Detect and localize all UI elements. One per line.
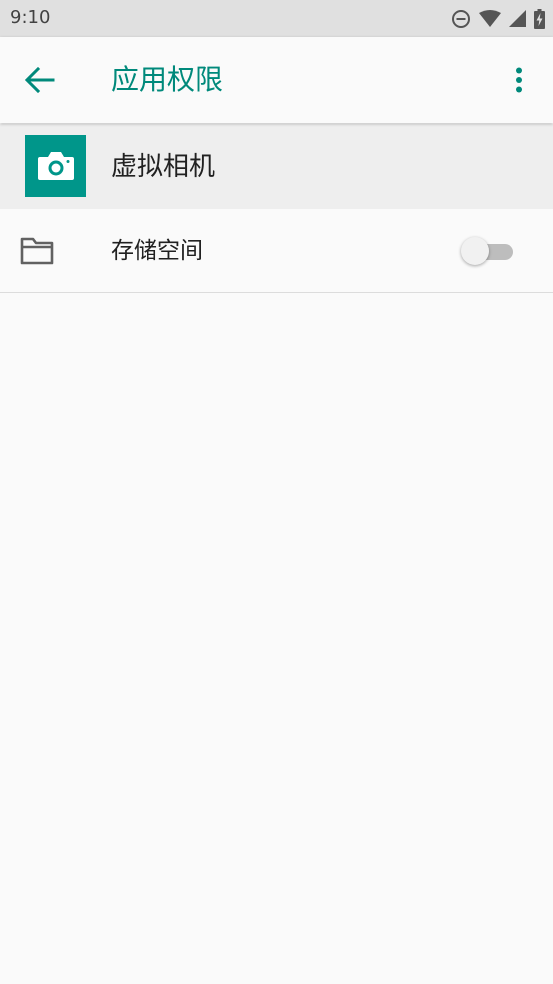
status-time: 9:10 (10, 7, 51, 28)
status-icons (443, 8, 545, 29)
arrow-back-icon (25, 67, 55, 93)
app-header: 虚拟相机 (0, 124, 553, 209)
more-vert-icon (516, 67, 522, 93)
app-bar: 应用权限 (0, 37, 553, 123)
permission-label: 存储空间 (111, 238, 203, 264)
app-icon (25, 135, 86, 197)
toggle-thumb (461, 237, 489, 265)
battery-charging-icon (534, 8, 545, 29)
status-bar: 9:10 (0, 0, 553, 37)
app-name: 虚拟相机 (111, 152, 216, 182)
camera-icon (37, 152, 74, 180)
cellular-signal-icon (509, 10, 526, 27)
more-options-button[interactable] (503, 58, 535, 102)
back-button[interactable] (18, 58, 62, 102)
do-not-disturb-icon (452, 9, 470, 28)
wifi-icon (479, 9, 501, 27)
folder-icon (20, 237, 54, 265)
page-title: 应用权限 (111, 63, 224, 96)
permission-toggle[interactable] (459, 235, 515, 267)
permission-row-storage[interactable]: 存储空间 (0, 209, 553, 293)
